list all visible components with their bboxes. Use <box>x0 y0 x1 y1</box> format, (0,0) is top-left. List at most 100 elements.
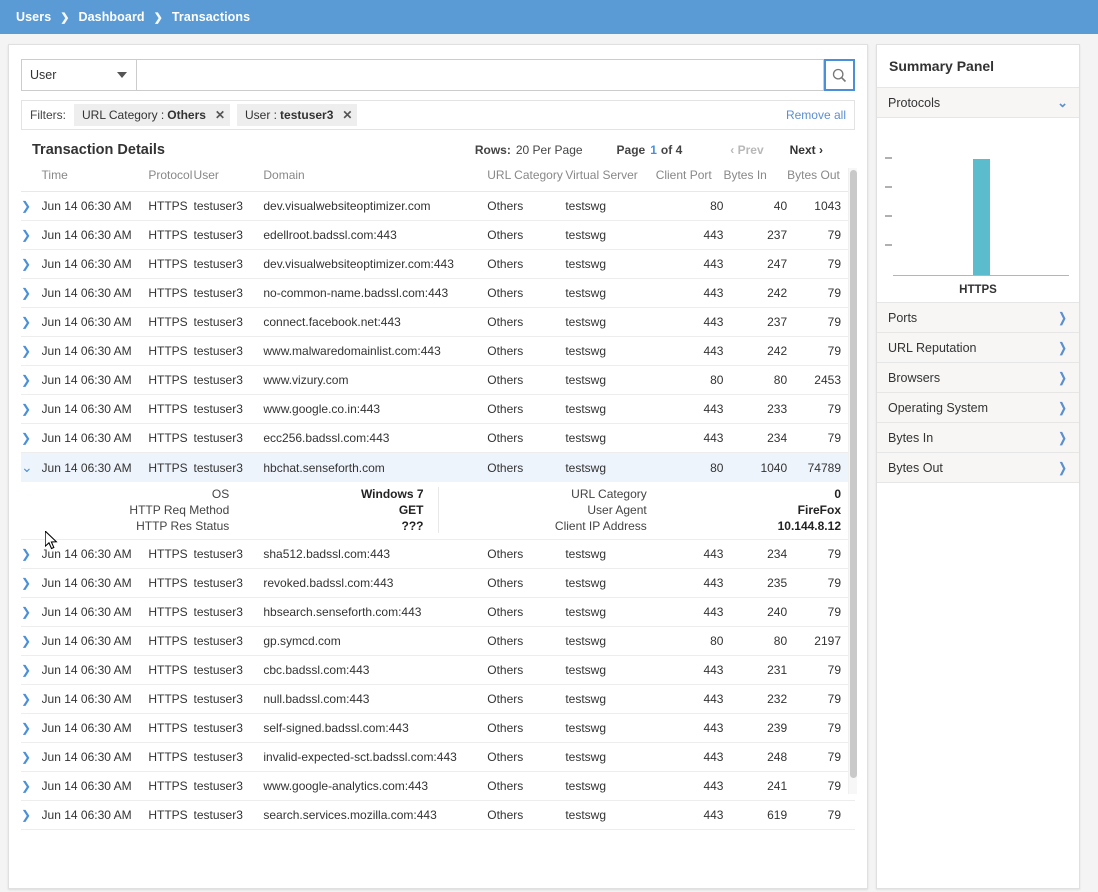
chevron-right-icon[interactable]: ❯ <box>21 403 31 415</box>
chevron-right-icon[interactable]: ❯ <box>21 751 31 763</box>
chevron-right-icon[interactable]: ❯ <box>21 287 31 299</box>
chevron-right-icon[interactable]: ❯ <box>21 693 31 705</box>
chevron-right-icon[interactable]: ❯ <box>21 722 31 734</box>
cell-user: testuser3 <box>194 627 264 656</box>
column-header-protocol[interactable]: Protocol <box>148 168 193 192</box>
row-expand-toggle[interactable]: ❯ <box>21 685 42 714</box>
row-expand-toggle[interactable]: ❯ <box>21 772 42 801</box>
chevron-right-icon[interactable]: ❯ <box>21 664 31 676</box>
row-expand-toggle[interactable]: ❯ <box>21 308 42 337</box>
table-row[interactable]: ❯Jun 14 06:30 AMHTTPStestuser3search.ser… <box>21 801 855 830</box>
search-input[interactable] <box>137 59 824 91</box>
table-row[interactable]: ❯Jun 14 06:30 AMHTTPStestuser3self-signe… <box>21 714 855 743</box>
prev-page-button[interactable]: ‹ Prev <box>730 143 763 157</box>
row-expand-toggle[interactable]: ❯ <box>21 714 42 743</box>
next-page-button[interactable]: Next › <box>790 143 823 157</box>
breadcrumb-item-users[interactable]: Users <box>16 10 51 24</box>
chart-bar[interactable] <box>973 159 990 275</box>
table-row[interactable]: ❯Jun 14 06:30 AMHTTPStestuser3www.google… <box>21 395 855 424</box>
table-row[interactable]: ❯Jun 14 06:30 AMHTTPStestuser3dev.visual… <box>21 250 855 279</box>
column-header-virtual-server[interactable]: Virtual Server <box>565 168 655 192</box>
cell-protocol: HTTPS <box>148 801 193 830</box>
row-expand-toggle[interactable]: ❯ <box>21 424 42 453</box>
chevron-right-icon[interactable]: ❯ <box>21 345 31 357</box>
close-icon[interactable]: ✕ <box>215 109 225 121</box>
chevron-right-icon[interactable]: ❯ <box>21 229 31 241</box>
column-header-url-category[interactable]: URL Category <box>487 168 565 192</box>
row-expand-toggle[interactable]: ❯ <box>21 569 42 598</box>
breadcrumb-item-dashboard[interactable]: Dashboard <box>78 10 144 24</box>
search-field-select[interactable]: User <box>21 59 137 91</box>
chevron-right-icon[interactable]: ❯ <box>21 200 31 212</box>
chevron-right-icon[interactable]: ❯ <box>21 780 31 792</box>
row-expand-toggle[interactable]: ❯ <box>21 221 42 250</box>
chevron-down-icon[interactable]: ⌄ <box>21 460 33 474</box>
row-expand-toggle[interactable]: ❯ <box>21 743 42 772</box>
table-row[interactable]: ❯Jun 14 06:30 AMHTTPStestuser3www.vizury… <box>21 366 855 395</box>
table-row[interactable]: ❯Jun 14 06:30 AMHTTPStestuser3gp.symcd.c… <box>21 627 855 656</box>
summary-section-operating-system[interactable]: Operating System ❭ <box>877 393 1079 423</box>
chevron-right-icon[interactable]: ❯ <box>21 374 31 386</box>
summary-section-bytes-in[interactable]: Bytes In ❭ <box>877 423 1079 453</box>
chevron-right-icon[interactable]: ❯ <box>21 809 31 821</box>
table-row[interactable]: ❯Jun 14 06:30 AMHTTPStestuser3cbc.badssl… <box>21 656 855 685</box>
table-row[interactable]: ❯Jun 14 06:30 AMHTTPStestuser3dev.visual… <box>21 192 855 221</box>
summary-section-url-reputation[interactable]: URL Reputation ❭ <box>877 333 1079 363</box>
table-row[interactable]: ❯Jun 14 06:30 AMHTTPStestuser3www.google… <box>21 772 855 801</box>
chevron-right-icon[interactable]: ❯ <box>21 606 31 618</box>
table-row[interactable]: ❯Jun 14 06:30 AMHTTPStestuser3revoked.ba… <box>21 569 855 598</box>
filter-chip-user[interactable]: User : testuser3 ✕ <box>237 104 357 126</box>
chevron-right-icon: › <box>819 143 823 157</box>
row-expand-toggle[interactable]: ❯ <box>21 627 42 656</box>
row-expand-toggle[interactable]: ❯ <box>21 279 42 308</box>
chevron-right-icon[interactable]: ❯ <box>21 635 31 647</box>
chevron-right-icon[interactable]: ❯ <box>21 432 31 444</box>
filter-chip-url-category[interactable]: URL Category : Others ✕ <box>74 104 230 126</box>
breadcrumb-item-transactions[interactable]: Transactions <box>172 10 250 24</box>
summary-section-browsers[interactable]: Browsers ❭ <box>877 363 1079 393</box>
remove-all-filters-link[interactable]: Remove all <box>786 108 846 122</box>
row-expand-toggle[interactable]: ❯ <box>21 192 42 221</box>
cell-domain: dev.visualwebsiteoptimizer.com:443 <box>263 250 487 279</box>
row-expand-toggle[interactable]: ❯ <box>21 366 42 395</box>
chevron-right-icon[interactable]: ❯ <box>21 577 31 589</box>
row-expand-toggle[interactable]: ❯ <box>21 598 42 627</box>
cell-time: Jun 14 06:30 AM <box>42 453 149 483</box>
table-row[interactable]: ❯Jun 14 06:30 AMHTTPStestuser3no-common-… <box>21 279 855 308</box>
table-row[interactable]: ⌄Jun 14 06:30 AMHTTPStestuser3hbchat.sen… <box>21 453 855 483</box>
table-row[interactable]: ❯Jun 14 06:30 AMHTTPStestuser3www.malwar… <box>21 337 855 366</box>
table-row[interactable]: ❯Jun 14 06:30 AMHTTPStestuser3connect.fa… <box>21 308 855 337</box>
table-row[interactable]: ❯Jun 14 06:30 AMHTTPStestuser3sha512.bad… <box>21 540 855 569</box>
cell-user: testuser3 <box>194 192 264 221</box>
table-scrollbar-thumb[interactable] <box>850 170 857 778</box>
close-icon[interactable]: ✕ <box>342 109 352 121</box>
summary-section-bytes-out[interactable]: Bytes Out ❭ <box>877 453 1079 483</box>
column-header-bytes-out[interactable]: Bytes Out <box>787 168 855 192</box>
summary-section-ports[interactable]: Ports ❭ <box>877 303 1079 333</box>
row-expand-toggle[interactable]: ❯ <box>21 540 42 569</box>
table-row[interactable]: ❯Jun 14 06:30 AMHTTPStestuser3edellroot.… <box>21 221 855 250</box>
cell-bytes-out: 79 <box>787 743 855 772</box>
chevron-right-icon[interactable]: ❯ <box>21 548 31 560</box>
rows-per-page-value[interactable]: 20 Per Page <box>516 143 583 157</box>
table-row[interactable]: ❯Jun 14 06:30 AMHTTPStestuser3ecc256.bad… <box>21 424 855 453</box>
row-expand-toggle[interactable]: ❯ <box>21 801 42 830</box>
table-scrollbar[interactable] <box>848 168 857 794</box>
column-header-user[interactable]: User <box>194 168 264 192</box>
search-button[interactable] <box>824 59 855 91</box>
summary-section-protocols[interactable]: Protocols ⌄ <box>877 88 1079 118</box>
row-expand-toggle[interactable]: ❯ <box>21 250 42 279</box>
table-row[interactable]: ❯Jun 14 06:30 AMHTTPStestuser3invalid-ex… <box>21 743 855 772</box>
table-row[interactable]: ❯Jun 14 06:30 AMHTTPStestuser3null.badss… <box>21 685 855 714</box>
row-expand-toggle[interactable]: ❯ <box>21 395 42 424</box>
column-header-bytes-in[interactable]: Bytes In <box>723 168 787 192</box>
table-row[interactable]: ❯Jun 14 06:30 AMHTTPStestuser3hbsearch.s… <box>21 598 855 627</box>
row-expand-toggle[interactable]: ⌄ <box>21 453 42 483</box>
column-header-time[interactable]: Time <box>42 168 149 192</box>
chevron-right-icon[interactable]: ❯ <box>21 258 31 270</box>
column-header-client-port[interactable]: Client Port <box>656 168 724 192</box>
row-expand-toggle[interactable]: ❯ <box>21 656 42 685</box>
column-header-domain[interactable]: Domain <box>263 168 487 192</box>
row-expand-toggle[interactable]: ❯ <box>21 337 42 366</box>
chevron-right-icon[interactable]: ❯ <box>21 316 31 328</box>
